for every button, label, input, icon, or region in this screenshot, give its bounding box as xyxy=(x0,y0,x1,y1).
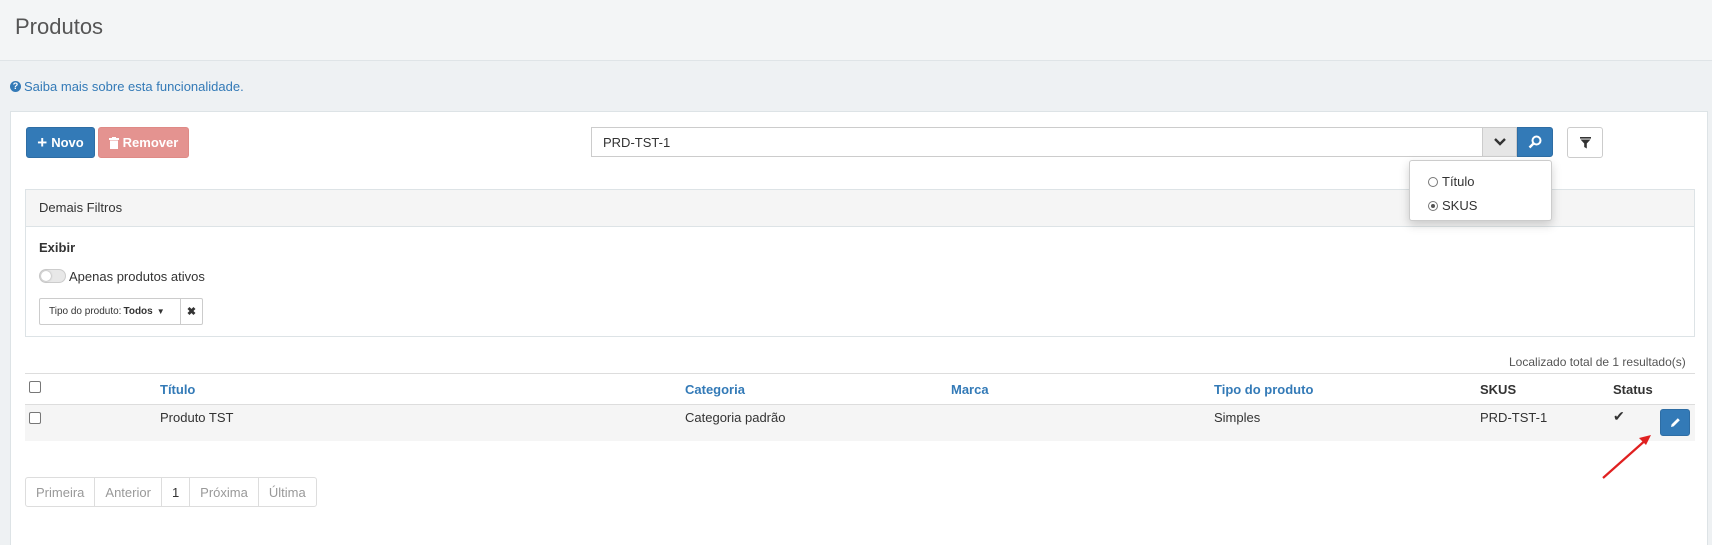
annotation-arrow xyxy=(1602,435,1651,479)
cell-titulo: Produto TST xyxy=(160,410,234,425)
new-button[interactable]: + Novo xyxy=(26,127,95,158)
search-mode-option-skus[interactable]: SKUS xyxy=(1428,198,1477,213)
help-link[interactable]: ? Saiba mais sobre esta funcionalidade. xyxy=(10,79,244,94)
close-icon: ✖ xyxy=(186,306,197,318)
chevron-down-icon xyxy=(1493,138,1506,146)
plus-icon: + xyxy=(37,133,48,152)
column-header-tipo-produto[interactable]: Tipo do produto xyxy=(1214,382,1313,397)
trash-icon xyxy=(108,136,119,149)
column-header-titulo[interactable]: Título xyxy=(160,382,195,397)
clear-product-type-button[interactable]: ✖ xyxy=(181,299,202,324)
page-first[interactable]: Primeira xyxy=(26,478,96,506)
caret-down-icon: ▼ xyxy=(156,307,165,316)
search-button[interactable] xyxy=(1517,127,1553,157)
pagination: Primeira Anterior 1 Próxima Última xyxy=(25,477,317,507)
remove-button[interactable]: Remover xyxy=(98,127,189,158)
column-header-marca[interactable]: Marca xyxy=(951,382,989,397)
column-header-skus: SKUS xyxy=(1480,382,1517,397)
status-check-icon: ✔ xyxy=(1613,408,1625,424)
active-only-toggle[interactable] xyxy=(39,269,66,283)
question-circle-icon: ? xyxy=(10,81,21,92)
page-current[interactable]: 1 xyxy=(162,478,191,506)
table-row xyxy=(25,404,1695,441)
page-next[interactable]: Próxima xyxy=(190,478,259,506)
select-all-checkbox[interactable] xyxy=(29,381,41,393)
column-header-categoria[interactable]: Categoria xyxy=(685,382,745,397)
remove-button-label: Remover xyxy=(122,135,179,150)
active-only-label: Apenas produtos ativos xyxy=(69,269,205,284)
search-icon xyxy=(1528,135,1542,149)
radio-button[interactable] xyxy=(1428,176,1438,187)
page-title: Produtos xyxy=(15,14,104,39)
product-type-label: Tipo do produto: xyxy=(49,306,122,317)
search-mode-option-label: SKUS xyxy=(1442,198,1478,213)
search-mode-menu: Título SKUS xyxy=(1409,160,1552,221)
edit-button[interactable] xyxy=(1660,409,1690,436)
filter-button[interactable] xyxy=(1567,127,1603,158)
display-section-label: Exibir xyxy=(39,240,76,255)
column-header-status: Status xyxy=(1613,382,1653,397)
cell-skus: PRD-TST-1 xyxy=(1480,410,1548,425)
product-type-value: Todos xyxy=(123,306,153,317)
row-checkbox[interactable] xyxy=(29,412,41,424)
product-type-filter: Tipo do produto: Todos ▼ ✖ xyxy=(39,298,203,325)
pencil-icon xyxy=(1670,418,1680,427)
result-count: Localizado total de 1 resultado(s) xyxy=(1509,355,1686,369)
search-mode-option-titulo[interactable]: Título xyxy=(1428,174,1475,189)
search-mode-toggle[interactable] xyxy=(1482,127,1517,157)
search-mode-option-label: Título xyxy=(1442,174,1475,189)
page-last[interactable]: Última xyxy=(259,478,316,506)
page-header: Produtos xyxy=(0,0,1712,61)
page-previous[interactable]: Anterior xyxy=(95,478,162,506)
radio-button-selected[interactable] xyxy=(1428,200,1438,211)
cell-tipo: Simples xyxy=(1214,410,1261,425)
new-button-label: Novo xyxy=(51,135,84,150)
search-input[interactable] xyxy=(591,127,1482,157)
cell-categoria: Categoria padrão xyxy=(685,410,786,425)
product-type-dropdown[interactable]: Tipo do produto: Todos ▼ xyxy=(40,299,181,324)
filter-icon xyxy=(1579,136,1591,148)
help-link-text: Saiba mais sobre esta funcionalidade. xyxy=(24,79,244,94)
table-divider xyxy=(25,373,1695,374)
